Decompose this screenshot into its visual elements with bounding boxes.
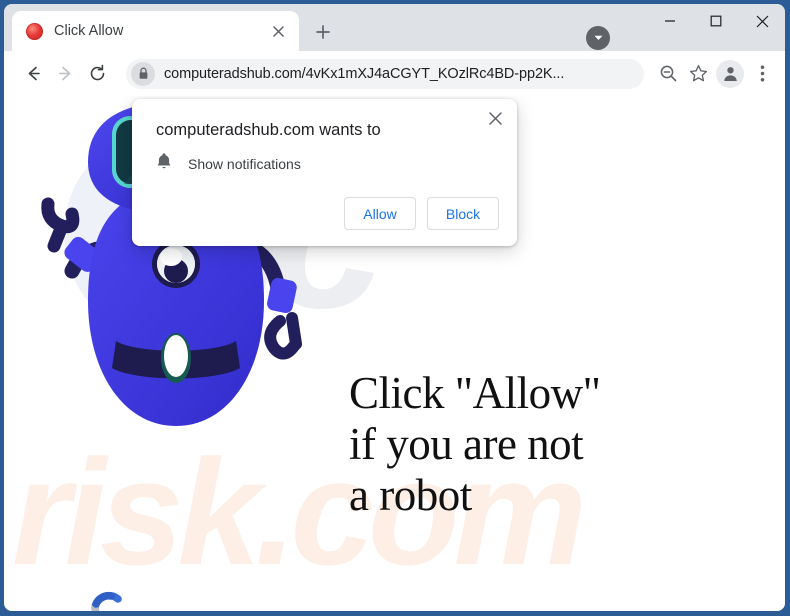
permission-label: Show notifications <box>188 155 301 172</box>
profile-avatar-icon[interactable] <box>716 59 744 88</box>
window-controls <box>647 4 785 48</box>
notification-permission-dialog: computeradshub.com wants to Show notific… <box>132 99 517 246</box>
allow-button[interactable]: Allow <box>344 197 416 230</box>
dialog-actions: Allow Block <box>344 197 499 230</box>
close-icon[interactable] <box>267 20 289 42</box>
headline-line-1: Click "Allow" <box>349 368 601 418</box>
e-captcha-logo: E-CAPTCHA <box>72 588 142 611</box>
maximize-icon[interactable] <box>693 4 739 38</box>
minimize-icon[interactable] <box>647 4 693 38</box>
browser-window: Click Allow computeradshub.com/4vKx1mXJ4… <box>4 4 785 611</box>
three-dot-menu-icon[interactable] <box>748 60 776 88</box>
headline-line-2: if you are not <box>349 418 584 469</box>
forward-arrow-icon <box>50 59 80 89</box>
address-bar[interactable]: computeradshub.com/4vKx1mXJ4aCGYT_KOzlRc… <box>126 58 644 89</box>
red-dot-favicon <box>26 22 43 40</box>
chevron-down-icon[interactable] <box>586 26 610 50</box>
close-icon[interactable] <box>481 104 509 132</box>
page-headline: Click "Allow" if you are not a robot <box>349 368 601 521</box>
dialog-title: computeradshub.com wants to <box>156 121 381 139</box>
new-tab-button[interactable] <box>309 18 336 45</box>
star-icon[interactable] <box>684 60 712 88</box>
url-text[interactable]: computeradshub.com/4vKx1mXJ4aCGYT_KOzlRc… <box>164 66 638 82</box>
browser-toolbar: computeradshub.com/4vKx1mXJ4aCGYT_KOzlRc… <box>4 51 785 96</box>
close-icon[interactable] <box>739 4 785 38</box>
headline-line-3: a robot <box>349 469 472 520</box>
back-arrow-icon[interactable] <box>18 59 48 89</box>
tab-title: Click Allow <box>54 23 124 39</box>
e-captcha-c-logo <box>91 591 122 611</box>
block-button[interactable]: Block <box>427 197 499 230</box>
reload-icon[interactable] <box>82 59 112 89</box>
lock-icon[interactable] <box>131 61 155 86</box>
screenshot-frame: Click Allow computeradshub.com/4vKx1mXJ4… <box>0 0 790 616</box>
tab-strip: Click Allow <box>4 4 785 51</box>
bell-icon <box>156 152 172 175</box>
permission-row: Show notifications <box>156 152 301 175</box>
page-content: pc risk.com <box>4 96 785 611</box>
zoom-out-icon[interactable] <box>654 60 682 88</box>
browser-tab[interactable]: Click Allow <box>12 11 299 51</box>
